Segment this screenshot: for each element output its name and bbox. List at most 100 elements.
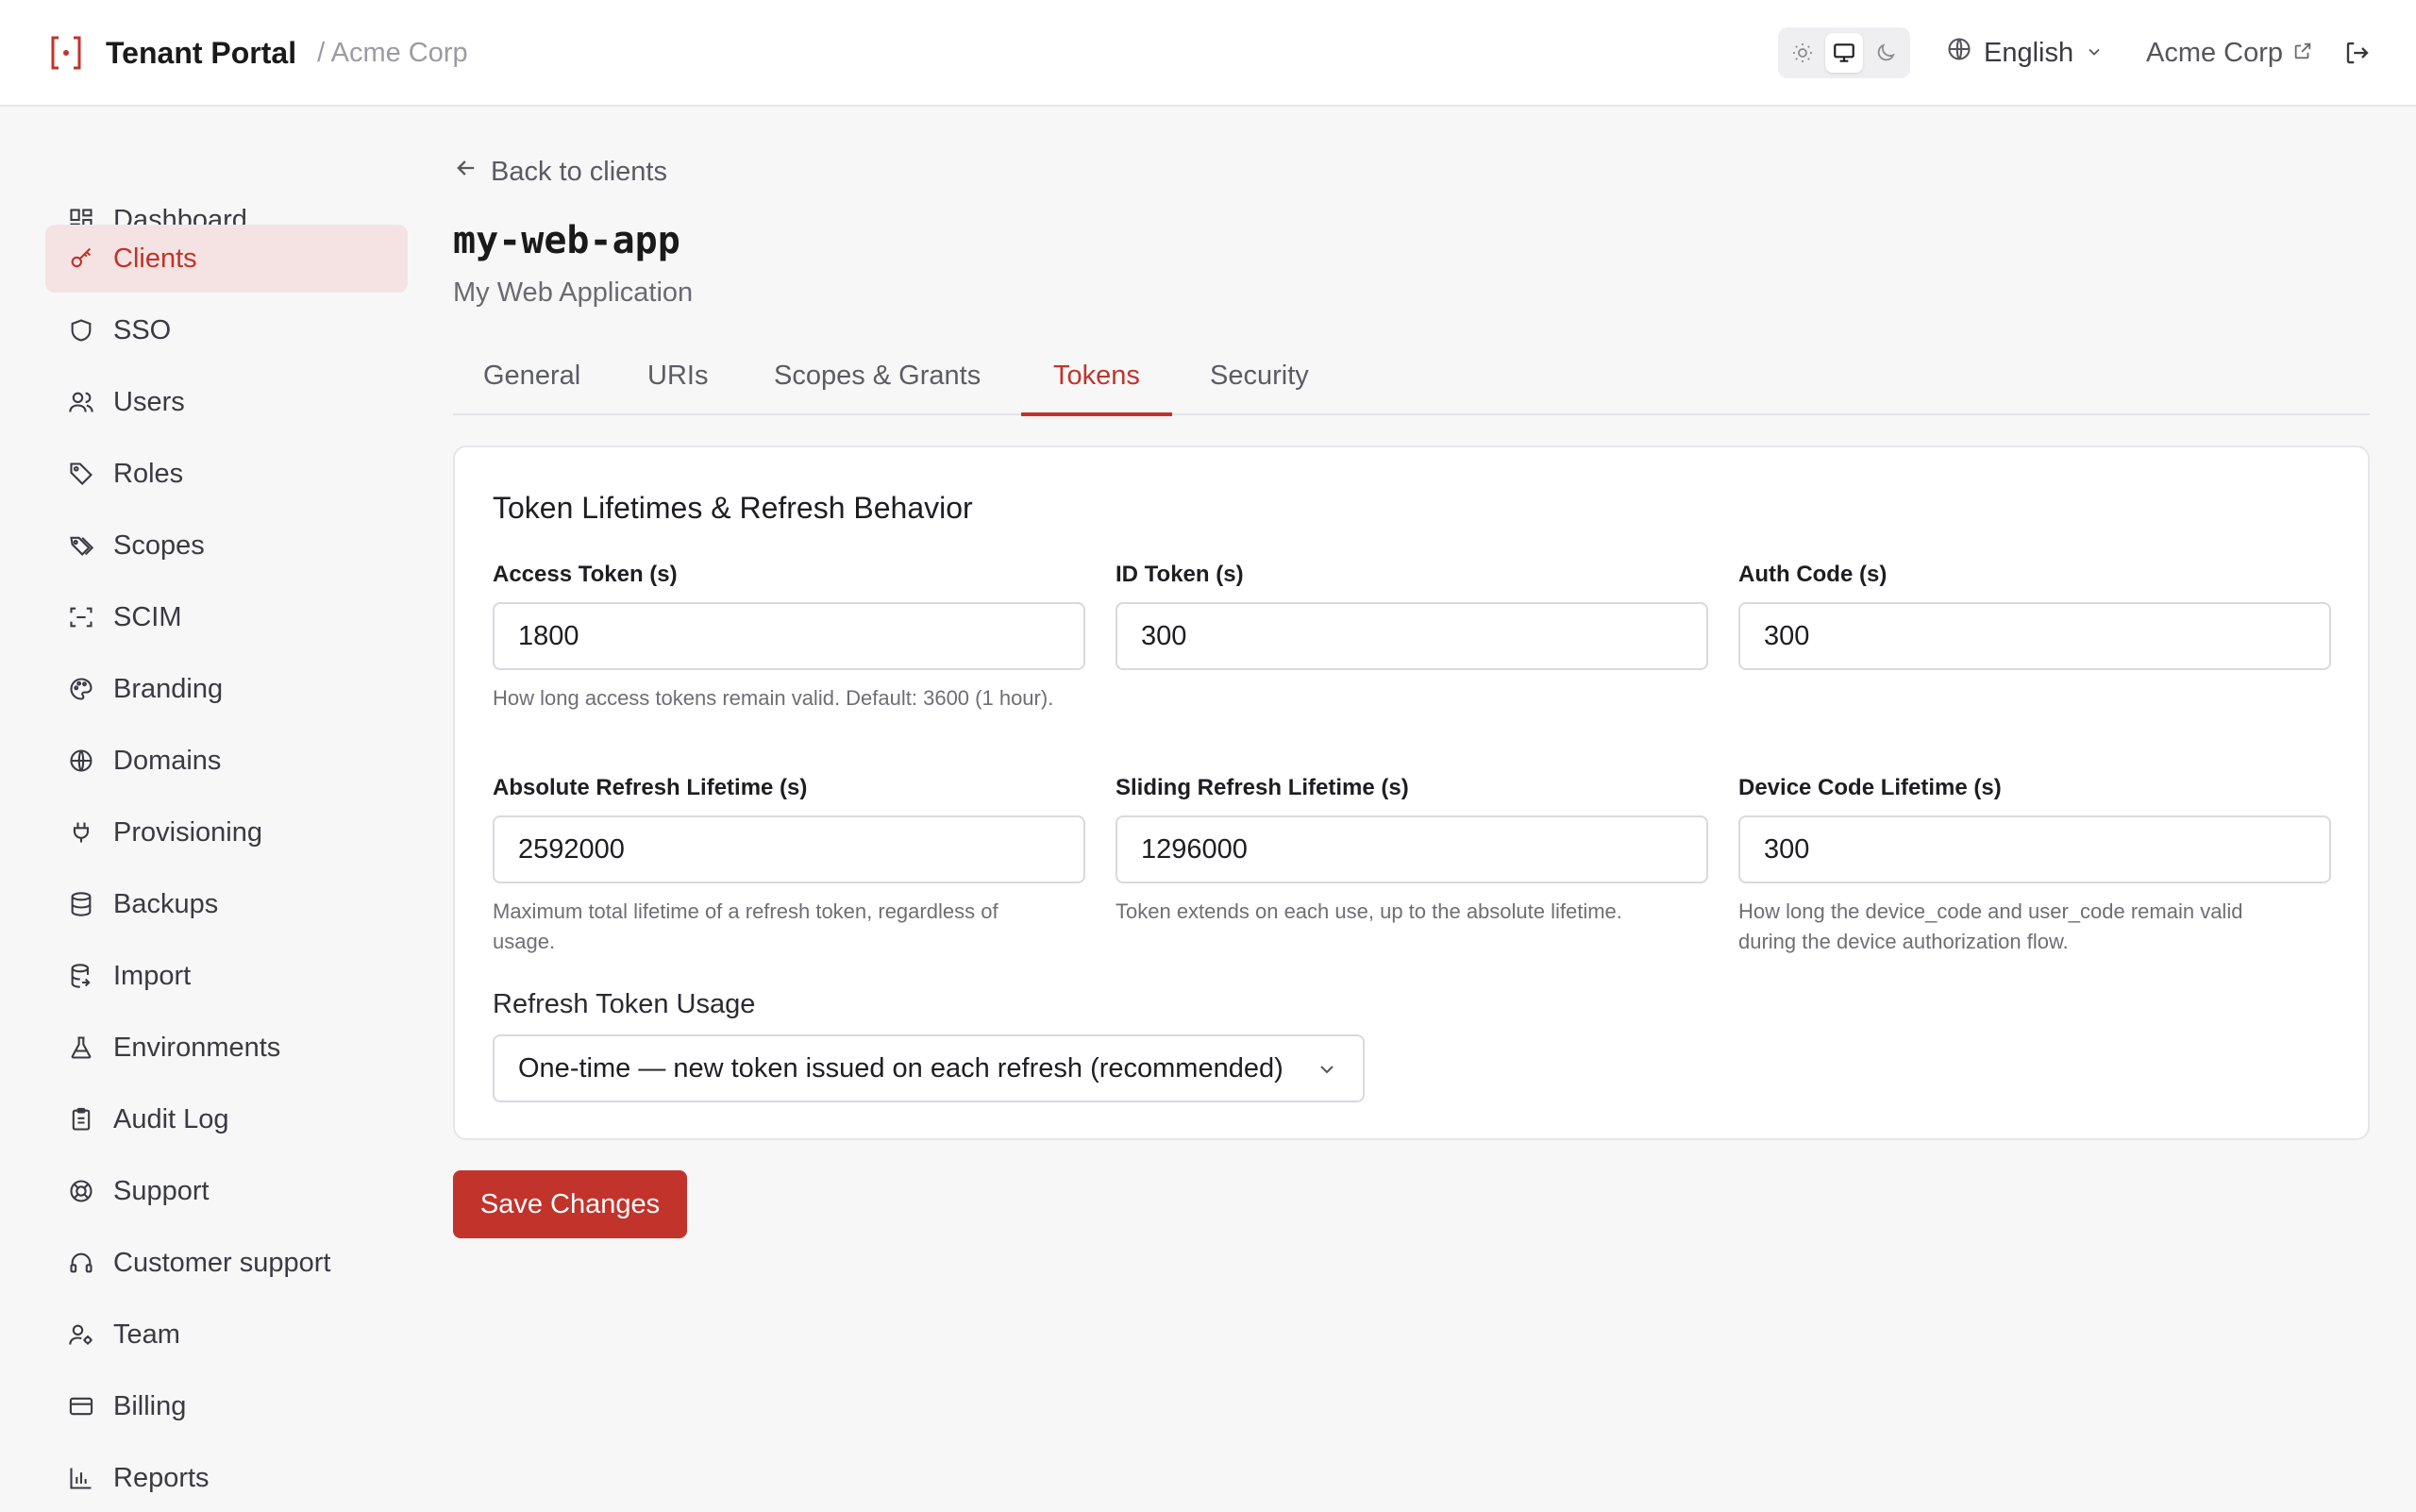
- access-token-input[interactable]: [493, 602, 1085, 670]
- tab-security[interactable]: Security: [1210, 349, 1309, 415]
- tab-general[interactable]: General: [483, 349, 580, 415]
- scan-icon: [66, 602, 96, 632]
- sidebar-item-label: Users: [113, 386, 185, 417]
- sidebar-item-backups[interactable]: Backups: [45, 870, 408, 938]
- sidebar-item-label: Support: [113, 1175, 210, 1206]
- sun-icon[interactable]: [1784, 33, 1821, 73]
- logo-icon: [49, 34, 83, 72]
- moon-icon[interactable]: [1867, 33, 1904, 73]
- page-subtitle: My Web Application: [453, 277, 694, 308]
- sidebar: Dashboard Clients SSO Users Roles Scopes: [0, 109, 425, 1510]
- sidebar-item-clients[interactable]: Clients: [45, 225, 408, 293]
- sidebar-item-label: Backups: [113, 888, 219, 919]
- logout-icon[interactable]: [2339, 34, 2376, 72]
- access-token-label: Access Token (s): [493, 562, 678, 587]
- page-title: my-web-app: [453, 219, 680, 262]
- sidebar-item-sso[interactable]: SSO: [45, 296, 408, 364]
- sidebar-item-domains[interactable]: Domains: [45, 727, 408, 795]
- absolute-refresh-input[interactable]: [493, 815, 1085, 883]
- device-code-input[interactable]: [1738, 815, 2331, 883]
- app-title: Tenant Portal: [106, 35, 297, 70]
- sidebar-item-label: Reports: [113, 1462, 210, 1493]
- external-link-icon: [2292, 38, 2313, 69]
- headset-icon: [66, 1248, 96, 1278]
- sidebar-item-label: SCIM: [113, 601, 182, 632]
- palette-icon: [66, 674, 96, 704]
- tags-icon: [66, 530, 96, 561]
- access-token-help: How long access tokens remain valid. Def…: [493, 686, 1054, 710]
- absolute-refresh-label: Absolute Refresh Lifetime (s): [493, 775, 808, 800]
- device-code-help: How long the device_code and user_code r…: [1738, 899, 2243, 953]
- sidebar-item-label: Environments: [113, 1032, 281, 1063]
- sidebar-item-reports[interactable]: Reports: [45, 1444, 408, 1512]
- chevron-down-icon: [2085, 38, 2104, 69]
- sidebar-item-audit-log[interactable]: Audit Log: [45, 1085, 408, 1153]
- monitor-icon[interactable]: [1825, 33, 1863, 73]
- sidebar-item-label: Billing: [113, 1390, 187, 1421]
- database-icon: [66, 889, 96, 919]
- auth-code-label: Auth Code (s): [1738, 562, 1888, 587]
- sidebar-item-support[interactable]: Support: [45, 1157, 408, 1225]
- shield-icon: [66, 315, 96, 345]
- credit-card-icon: [66, 1391, 96, 1421]
- sidebar-item-label: Clients: [113, 243, 197, 274]
- flask-icon: [66, 1033, 96, 1063]
- tab-scopes-grants[interactable]: Scopes & Grants: [774, 349, 981, 415]
- sidebar-item-label: Scopes: [113, 529, 205, 561]
- clipboard-icon: [66, 1104, 96, 1134]
- key-icon: [66, 244, 96, 274]
- globe-icon: [1946, 36, 1972, 70]
- sidebar-item-customer-support[interactable]: Customer support: [45, 1229, 408, 1297]
- sidebar-item-users[interactable]: Users: [45, 368, 408, 436]
- tab-uris[interactable]: URIs: [647, 349, 708, 415]
- save-changes-button[interactable]: Save Changes: [453, 1170, 687, 1238]
- refresh-usage-select[interactable]: One-time — new token issued on each refr…: [493, 1034, 1365, 1102]
- sliding-refresh-help: Token extends on each use, up to the abs…: [1116, 899, 1622, 923]
- sidebar-item-billing[interactable]: Billing: [45, 1372, 408, 1440]
- tag-icon: [66, 459, 96, 489]
- absolute-refresh-help: Maximum total lifetime of a refresh toke…: [493, 899, 998, 953]
- brand[interactable]: Tenant Portal / Acme Corp: [49, 28, 468, 77]
- id-token-input[interactable]: [1116, 602, 1708, 670]
- sidebar-item-scopes[interactable]: Scopes: [45, 512, 408, 580]
- sidebar-item-label: Roles: [113, 458, 184, 489]
- sidebar-item-environments[interactable]: Environments: [45, 1014, 408, 1082]
- auth-code-input[interactable]: [1738, 602, 2331, 670]
- sidebar-item-label: Team: [113, 1319, 180, 1350]
- sidebar-item-label: Provisioning: [113, 816, 262, 848]
- sidebar-item-label: Import: [113, 960, 192, 991]
- sidebar-item-label: Branding: [113, 673, 224, 704]
- globe-icon: [66, 746, 96, 776]
- language-label: English: [1984, 37, 2074, 68]
- id-token-label: ID Token (s): [1116, 562, 1244, 587]
- tenant-name: Acme Corp: [2146, 37, 2284, 68]
- refresh-usage-value: One-time — new token issued on each refr…: [518, 1052, 1284, 1084]
- plug-icon: [66, 817, 96, 848]
- language-selector[interactable]: English: [1946, 28, 2104, 77]
- sliding-refresh-label: Sliding Refresh Lifetime (s): [1116, 775, 1409, 800]
- sidebar-item-branding[interactable]: Branding: [45, 655, 408, 723]
- breadcrumb: / Acme Corp: [317, 37, 468, 68]
- user-cog-icon: [66, 1319, 96, 1350]
- sliding-refresh-input[interactable]: [1116, 815, 1708, 883]
- top-bar: Tenant Portal / Acme Corp English Acme C…: [0, 0, 2416, 107]
- tab-tokens[interactable]: Tokens: [1021, 349, 1172, 416]
- sidebar-item-provisioning[interactable]: Provisioning: [45, 798, 408, 866]
- users-icon: [66, 387, 96, 417]
- sidebar-item-label: SSO: [113, 314, 172, 345]
- sidebar-item-roles[interactable]: Roles: [45, 440, 408, 508]
- refresh-usage-label: Refresh Token Usage: [493, 989, 756, 1019]
- database-import-icon: [66, 961, 96, 991]
- back-to-clients-link[interactable]: Back to clients: [453, 151, 667, 193]
- bar-chart-icon: [66, 1463, 96, 1493]
- lifebuoy-icon: [66, 1176, 96, 1206]
- device-code-label: Device Code Lifetime (s): [1738, 775, 2002, 800]
- card-title: Token Lifetimes & Refresh Behavior: [493, 491, 973, 525]
- sidebar-item-scim[interactable]: SCIM: [45, 583, 408, 651]
- theme-switcher: [1778, 27, 1910, 78]
- sidebar-item-team[interactable]: Team: [45, 1301, 408, 1369]
- sidebar-item-label: Audit Log: [113, 1103, 229, 1134]
- back-link-label: Back to clients: [491, 156, 667, 187]
- tenant-link[interactable]: Acme Corp: [2146, 28, 2313, 77]
- sidebar-item-import[interactable]: Import: [45, 942, 408, 1010]
